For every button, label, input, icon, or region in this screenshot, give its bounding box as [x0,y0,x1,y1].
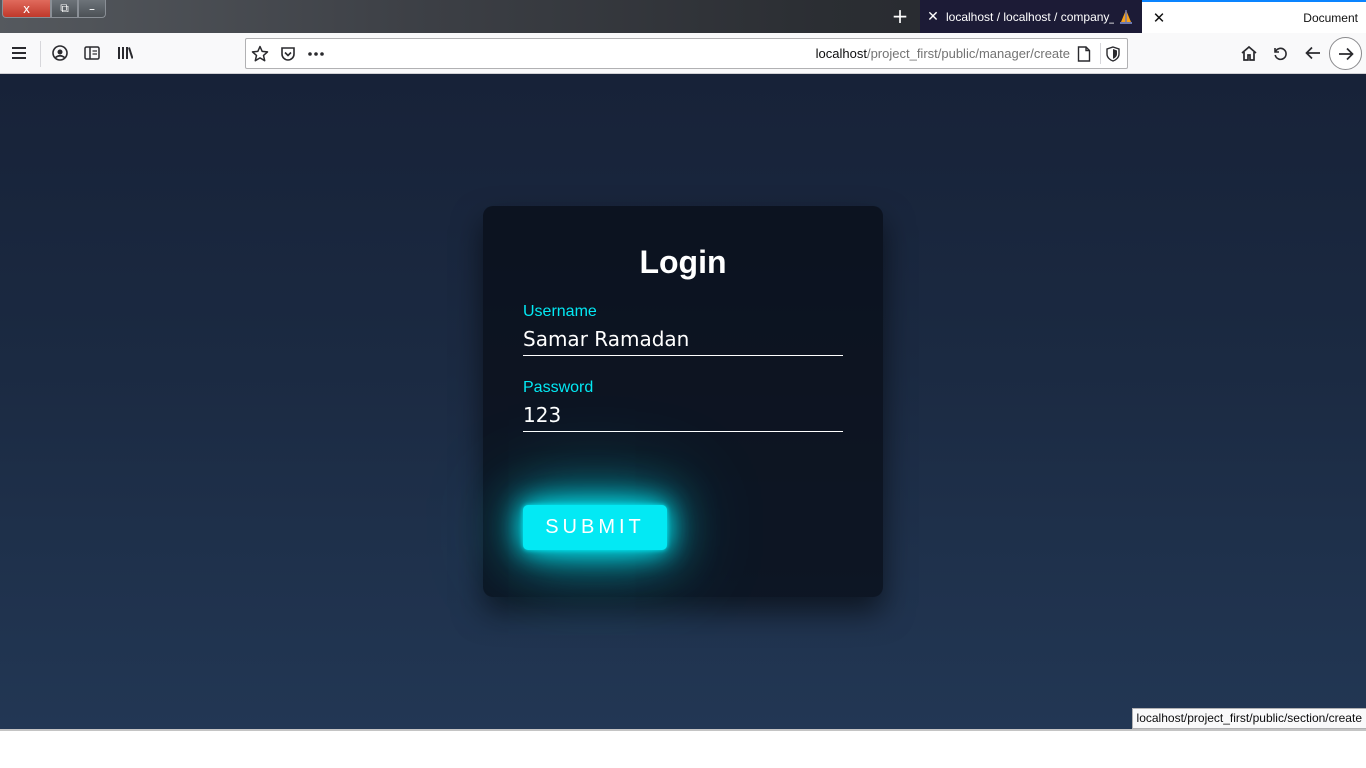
window-minimize-button[interactable]: – [78,0,106,18]
tab-title: localhost / localhost / company_... [946,9,1114,24]
account-icon[interactable] [49,42,71,64]
more-actions-icon[interactable] [305,43,327,65]
phpmyadmin-sail-icon [1120,9,1132,24]
toolbar-divider [40,41,41,67]
password-label: Password [523,379,594,396]
url-bar[interactable]: localhost/project_first/public/manager/c… [245,38,1128,69]
status-link-preview: localhost/project_first/public/section/c… [1131,708,1366,729]
bookmark-star-icon[interactable] [249,43,271,65]
nav-toolbar: localhost/project_first/public/manager/c… [0,33,1366,74]
username-input[interactable] [523,323,843,356]
url-text[interactable]: localhost/project_first/public/manager/c… [816,46,1070,61]
window-controls: x ⧉ – [2,0,106,19]
menu-icon[interactable] [8,42,30,64]
tab-document[interactable]: ✕ Document [1142,0,1366,33]
tab-title: Document [1303,10,1358,25]
page-content: Login Username Password SUBMIT [0,74,1366,729]
home-icon[interactable] [1238,42,1260,64]
tracking-shield-icon[interactable] [1102,43,1124,65]
username-field-group: Username [523,303,843,356]
tab-close-icon[interactable]: ✕ [1142,9,1176,27]
tab-localhost[interactable]: ✕ localhost / localhost / company_... [920,0,1142,33]
password-input[interactable] [523,399,843,432]
submit-button[interactable]: SUBMIT [523,505,667,550]
url-path: /project_first/public/manager/create [866,46,1070,61]
library-icon[interactable] [114,42,136,64]
new-tab-button[interactable]: + [888,5,912,27]
reader-view-icon[interactable] [81,42,103,64]
forward-arrow-icon[interactable] [1329,37,1362,70]
login-card: Login Username Password SUBMIT [483,206,883,597]
url-host: localhost [815,46,867,61]
login-title: Login [639,244,727,280]
window-restore-button[interactable]: ⧉ [51,0,78,18]
page-info-icon[interactable] [1073,43,1095,65]
url-divider [1100,43,1101,64]
username-label: Username [523,303,597,320]
window-close-button[interactable]: x [2,0,51,18]
reload-icon[interactable] [1269,42,1291,64]
title-bar: x ⧉ – + ✕ localhost / localhost / compan… [0,0,1366,33]
back-arrow-icon[interactable] [1302,42,1324,64]
tab-close-icon[interactable]: ✕ [920,9,946,25]
pocket-icon[interactable] [277,43,299,65]
taskbar-area [0,729,1366,768]
password-field-group: Password [523,379,843,432]
